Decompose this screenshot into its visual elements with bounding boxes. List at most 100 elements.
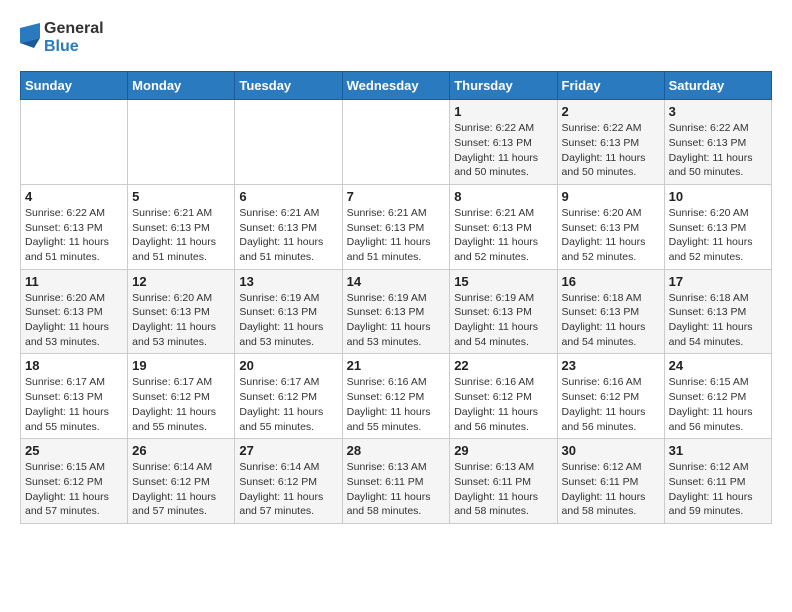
calendar-cell: 19 Sunrise: 6:17 AM Sunset: 6:12 PM Dayli… — [128, 354, 235, 439]
weekday-header-sunday: Sunday — [21, 72, 128, 100]
day-number: 10 — [669, 189, 767, 204]
day-number: 1 — [454, 104, 552, 119]
day-number: 2 — [562, 104, 660, 119]
day-number: 23 — [562, 358, 660, 373]
calendar-cell: 23 Sunrise: 6:16 AM Sunset: 6:12 PM Dayli… — [557, 354, 664, 439]
calendar-cell: 5 Sunrise: 6:21 AM Sunset: 6:13 PM Daylig… — [128, 184, 235, 269]
day-number: 30 — [562, 443, 660, 458]
day-info: Sunrise: 6:20 AM Sunset: 6:13 PM Dayligh… — [25, 291, 123, 350]
day-info: Sunrise: 6:16 AM Sunset: 6:12 PM Dayligh… — [562, 375, 660, 434]
calendar-cell: 13 Sunrise: 6:19 AM Sunset: 6:13 PM Dayli… — [235, 269, 342, 354]
calendar-cell: 10 Sunrise: 6:20 AM Sunset: 6:13 PM Dayli… — [664, 184, 771, 269]
calendar-cell — [235, 100, 342, 185]
weekday-header-row: SundayMondayTuesdayWednesdayThursdayFrid… — [21, 72, 772, 100]
day-info: Sunrise: 6:18 AM Sunset: 6:13 PM Dayligh… — [669, 291, 767, 350]
calendar-week-row: 18 Sunrise: 6:17 AM Sunset: 6:13 PM Dayli… — [21, 354, 772, 439]
day-info: Sunrise: 6:20 AM Sunset: 6:13 PM Dayligh… — [562, 206, 660, 265]
day-number: 8 — [454, 189, 552, 204]
day-number: 4 — [25, 189, 123, 204]
day-number: 13 — [239, 274, 337, 289]
weekday-header-friday: Friday — [557, 72, 664, 100]
calendar-cell: 11Sunrise: 6:20 AM Sunset: 6:13 PM Dayli… — [21, 269, 128, 354]
day-info: Sunrise: 6:17 AM Sunset: 6:12 PM Dayligh… — [239, 375, 337, 434]
day-info: Sunrise: 6:16 AM Sunset: 6:12 PM Dayligh… — [454, 375, 552, 434]
weekday-header-saturday: Saturday — [664, 72, 771, 100]
day-number: 16 — [562, 274, 660, 289]
weekday-header-tuesday: Tuesday — [235, 72, 342, 100]
weekday-header-monday: Monday — [128, 72, 235, 100]
day-info: Sunrise: 6:21 AM Sunset: 6:13 PM Dayligh… — [239, 206, 337, 265]
day-number: 21 — [347, 358, 446, 373]
weekday-header-wednesday: Wednesday — [342, 72, 450, 100]
day-info: Sunrise: 6:19 AM Sunset: 6:13 PM Dayligh… — [347, 291, 446, 350]
day-info: Sunrise: 6:22 AM Sunset: 6:13 PM Dayligh… — [454, 121, 552, 180]
day-info: Sunrise: 6:14 AM Sunset: 6:12 PM Dayligh… — [132, 460, 230, 519]
day-info: Sunrise: 6:19 AM Sunset: 6:13 PM Dayligh… — [239, 291, 337, 350]
calendar-table: SundayMondayTuesdayWednesdayThursdayFrid… — [20, 71, 772, 524]
calendar-week-row: 4 Sunrise: 6:22 AM Sunset: 6:13 PM Daylig… — [21, 184, 772, 269]
day-info: Sunrise: 6:14 AM Sunset: 6:12 PM Dayligh… — [239, 460, 337, 519]
day-info: Sunrise: 6:12 AM Sunset: 6:11 PM Dayligh… — [562, 460, 660, 519]
calendar-week-row: 25 Sunrise: 6:15 AM Sunset: 6:12 PM Dayli… — [21, 439, 772, 524]
calendar-cell: 30 Sunrise: 6:12 AM Sunset: 6:11 PM Dayli… — [557, 439, 664, 524]
day-number: 18 — [25, 358, 123, 373]
header: GeneralBlue — [20, 20, 772, 55]
calendar-week-row: 1 Sunrise: 6:22 AM Sunset: 6:13 PM Daylig… — [21, 100, 772, 185]
day-number: 26 — [132, 443, 230, 458]
logo-general: General — [44, 20, 104, 38]
calendar-cell: 29 Sunrise: 6:13 AM Sunset: 6:11 PM Dayli… — [450, 439, 557, 524]
day-info: Sunrise: 6:21 AM Sunset: 6:13 PM Dayligh… — [132, 206, 230, 265]
calendar-cell — [128, 100, 235, 185]
day-info: Sunrise: 6:19 AM Sunset: 6:13 PM Dayligh… — [454, 291, 552, 350]
calendar-cell: 6Sunrise: 6:21 AM Sunset: 6:13 PM Daylig… — [235, 184, 342, 269]
day-number: 5 — [132, 189, 230, 204]
calendar-cell: 4 Sunrise: 6:22 AM Sunset: 6:13 PM Daylig… — [21, 184, 128, 269]
day-info: Sunrise: 6:22 AM Sunset: 6:13 PM Dayligh… — [25, 206, 123, 265]
day-info: Sunrise: 6:15 AM Sunset: 6:12 PM Dayligh… — [25, 460, 123, 519]
calendar-body: 1 Sunrise: 6:22 AM Sunset: 6:13 PM Daylig… — [21, 100, 772, 524]
calendar-cell: 7Sunrise: 6:21 AM Sunset: 6:13 PM Daylig… — [342, 184, 450, 269]
calendar-cell: 14 Sunrise: 6:19 AM Sunset: 6:13 PM Dayli… — [342, 269, 450, 354]
day-info: Sunrise: 6:17 AM Sunset: 6:13 PM Dayligh… — [25, 375, 123, 434]
calendar-cell — [342, 100, 450, 185]
day-number: 9 — [562, 189, 660, 204]
day-number: 25 — [25, 443, 123, 458]
day-number: 14 — [347, 274, 446, 289]
day-number: 28 — [347, 443, 446, 458]
calendar-header: SundayMondayTuesdayWednesdayThursdayFrid… — [21, 72, 772, 100]
logo: GeneralBlue — [20, 20, 104, 55]
calendar-cell: 28Sunrise: 6:13 AM Sunset: 6:11 PM Dayli… — [342, 439, 450, 524]
day-number: 29 — [454, 443, 552, 458]
day-info: Sunrise: 6:22 AM Sunset: 6:13 PM Dayligh… — [669, 121, 767, 180]
day-info: Sunrise: 6:21 AM Sunset: 6:13 PM Dayligh… — [347, 206, 446, 265]
calendar-cell: 9 Sunrise: 6:20 AM Sunset: 6:13 PM Daylig… — [557, 184, 664, 269]
calendar-cell: 26 Sunrise: 6:14 AM Sunset: 6:12 PM Dayli… — [128, 439, 235, 524]
calendar-cell: 24 Sunrise: 6:15 AM Sunset: 6:12 PM Dayli… — [664, 354, 771, 439]
day-info: Sunrise: 6:16 AM Sunset: 6:12 PM Dayligh… — [347, 375, 446, 434]
weekday-header-thursday: Thursday — [450, 72, 557, 100]
day-info: Sunrise: 6:20 AM Sunset: 6:13 PM Dayligh… — [669, 206, 767, 265]
calendar-cell: 22 Sunrise: 6:16 AM Sunset: 6:12 PM Dayli… — [450, 354, 557, 439]
day-info: Sunrise: 6:22 AM Sunset: 6:13 PM Dayligh… — [562, 121, 660, 180]
day-number: 24 — [669, 358, 767, 373]
day-info: Sunrise: 6:15 AM Sunset: 6:12 PM Dayligh… — [669, 375, 767, 434]
day-info: Sunrise: 6:21 AM Sunset: 6:13 PM Dayligh… — [454, 206, 552, 265]
day-number: 12 — [132, 274, 230, 289]
day-number: 22 — [454, 358, 552, 373]
day-info: Sunrise: 6:18 AM Sunset: 6:13 PM Dayligh… — [562, 291, 660, 350]
day-number: 27 — [239, 443, 337, 458]
logo-text: GeneralBlue — [44, 20, 104, 55]
calendar-cell: 21 Sunrise: 6:16 AM Sunset: 6:12 PM Dayli… — [342, 354, 450, 439]
day-number: 19 — [132, 358, 230, 373]
calendar-cell: 27 Sunrise: 6:14 AM Sunset: 6:12 PM Dayli… — [235, 439, 342, 524]
calendar-cell: 2 Sunrise: 6:22 AM Sunset: 6:13 PM Daylig… — [557, 100, 664, 185]
calendar-cell: 1 Sunrise: 6:22 AM Sunset: 6:13 PM Daylig… — [450, 100, 557, 185]
day-info: Sunrise: 6:13 AM Sunset: 6:11 PM Dayligh… — [454, 460, 552, 519]
calendar-cell: 20Sunrise: 6:17 AM Sunset: 6:12 PM Dayli… — [235, 354, 342, 439]
calendar-cell — [21, 100, 128, 185]
logo-blue: Blue — [44, 38, 104, 56]
calendar-cell: 3Sunrise: 6:22 AM Sunset: 6:13 PM Daylig… — [664, 100, 771, 185]
day-info: Sunrise: 6:17 AM Sunset: 6:12 PM Dayligh… — [132, 375, 230, 434]
day-number: 15 — [454, 274, 552, 289]
day-number: 17 — [669, 274, 767, 289]
